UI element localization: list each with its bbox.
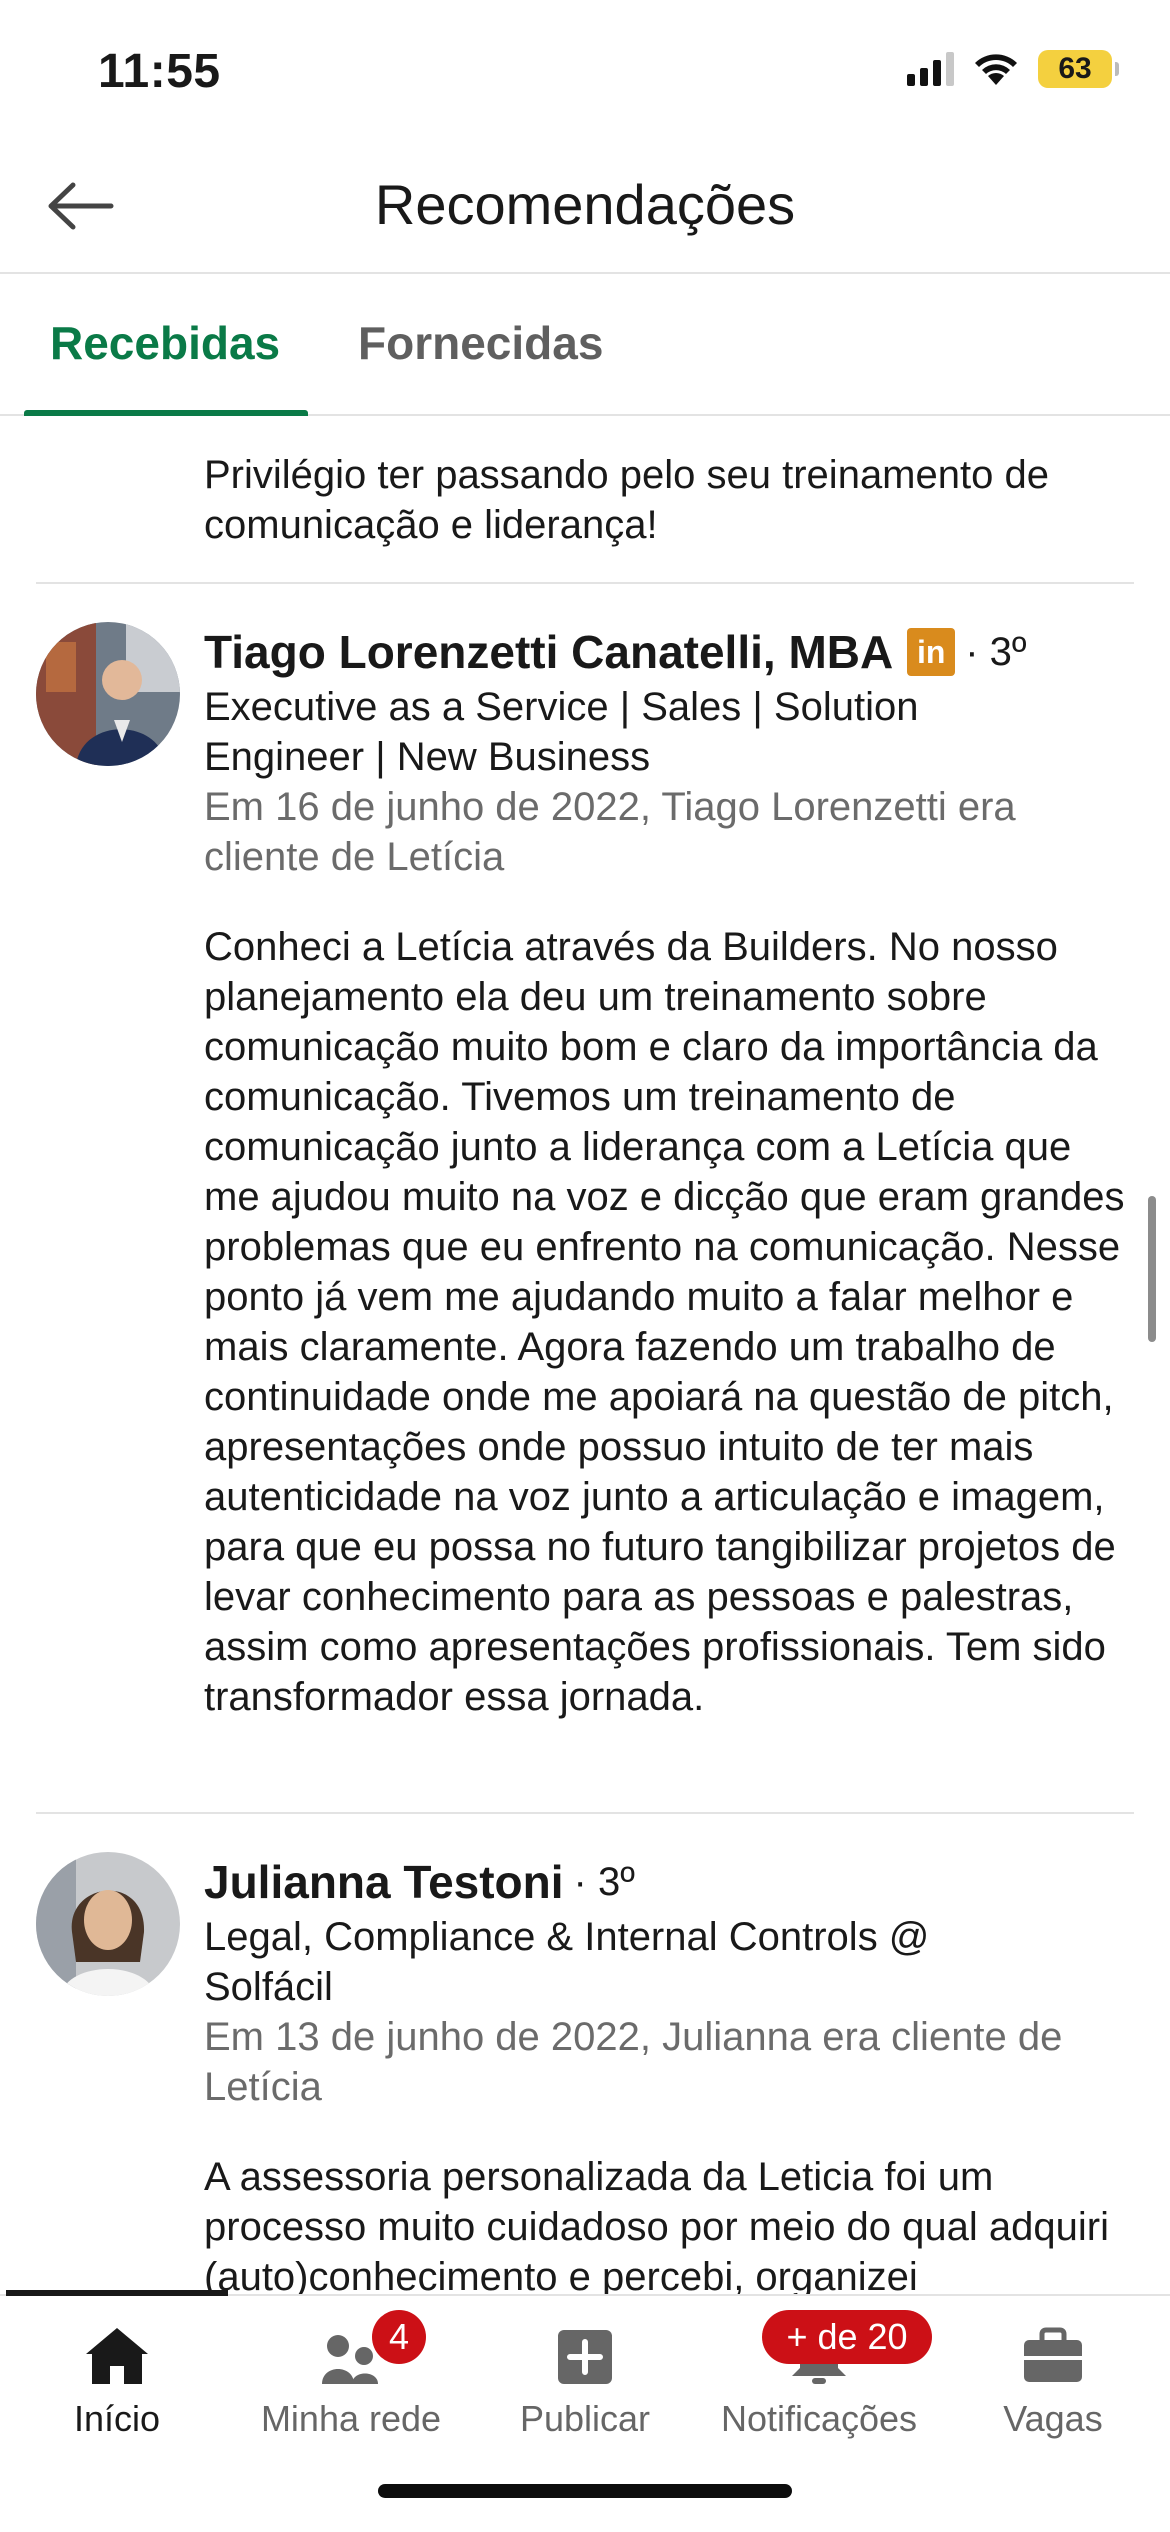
connection-degree: · 3º [573, 1860, 635, 1904]
notification-badge: + de 20 [762, 2310, 932, 2364]
page-title: Recomendações [374, 173, 796, 236]
nav-home[interactable]: Início [0, 2314, 234, 2454]
active-nav-indicator [6, 2290, 228, 2296]
recommendation-text: A assessoria personalizada da Leticia fo… [204, 2155, 1109, 2294]
divider [36, 582, 1134, 584]
connection-degree: · 3º [965, 630, 1027, 674]
recommender-name-line[interactable]: Julianna Testoni · 3º [204, 1852, 1134, 1912]
battery-icon: 63 [1038, 50, 1119, 88]
recommendation-meta: Em 13 de junho de 2022, Julianna era cli… [204, 2015, 1063, 2109]
home-icon [86, 2328, 148, 2384]
recommender-name-line[interactable]: Tiago Lorenzetti Canatelli, MBA in · 3º [204, 622, 1134, 682]
nav-label: Notificações [720, 2398, 918, 2439]
recommendation-meta: Em 16 de junho de 2022, Tiago Lorenzetti… [204, 785, 1016, 879]
tab-bar: Recebidas Fornecidas [0, 274, 1170, 416]
nav-notifications[interactable]: + de 20 Notificações [702, 2310, 936, 2454]
status-bar: 11:55 63 [0, 0, 1170, 150]
divider [36, 1812, 1134, 1814]
recommendation-body: Julianna Testoni · 3º Legal, Compliance … [204, 1852, 1134, 2294]
status-time: 11:55 [98, 45, 221, 98]
nav-label: Vagas [1003, 2398, 1103, 2439]
app-header: Recomendações [0, 150, 1170, 274]
recommender-name[interactable]: Tiago Lorenzetti Canatelli, MBA [204, 622, 893, 682]
recommender-headline: Legal, Compliance & Internal Controls @ … [204, 1915, 930, 2009]
nav-my-network[interactable]: 4 Minha rede [234, 2310, 468, 2454]
recommendations-list[interactable]: Privilégio ter passando pelo seu treinam… [0, 418, 1170, 2294]
avatar-photo [36, 1852, 180, 1996]
active-tab-indicator [24, 410, 308, 416]
cellular-signal-icon [907, 52, 954, 86]
notification-badge: 4 [372, 2310, 426, 2364]
post-icon [558, 2330, 612, 2384]
recommendation-body: Tiago Lorenzetti Canatelli, MBA in · 3º … [204, 622, 1134, 1722]
avatar[interactable] [36, 1852, 180, 1996]
nav-jobs[interactable]: Vagas [936, 2314, 1170, 2454]
scrollbar[interactable] [1148, 1196, 1156, 1342]
briefcase-icon [1024, 2327, 1082, 2382]
nav-post[interactable]: Publicar [468, 2314, 702, 2454]
tab-received[interactable]: Recebidas [50, 316, 280, 370]
home-indicator[interactable] [378, 2484, 792, 2498]
avatar[interactable] [36, 622, 180, 766]
wifi-icon [975, 54, 1017, 85]
recommender-name[interactable]: Julianna Testoni [204, 1852, 564, 1912]
tab-given[interactable]: Fornecidas [358, 316, 603, 370]
previous-recommendation-text: Privilégio ter passando pelo seu treinam… [204, 453, 1049, 547]
nav-label: Minha rede [260, 2398, 442, 2439]
avatar-photo [36, 622, 180, 766]
nav-label: Publicar [519, 2398, 651, 2439]
linkedin-premium-icon: in [907, 628, 956, 676]
recommendation-text: Conheci a Letícia através da Builders. N… [204, 925, 1125, 1719]
status-icons: 63 [907, 50, 1119, 88]
recommender-headline: Executive as a Service | Sales | Solutio… [204, 685, 919, 779]
nav-label: Início [73, 2398, 161, 2439]
